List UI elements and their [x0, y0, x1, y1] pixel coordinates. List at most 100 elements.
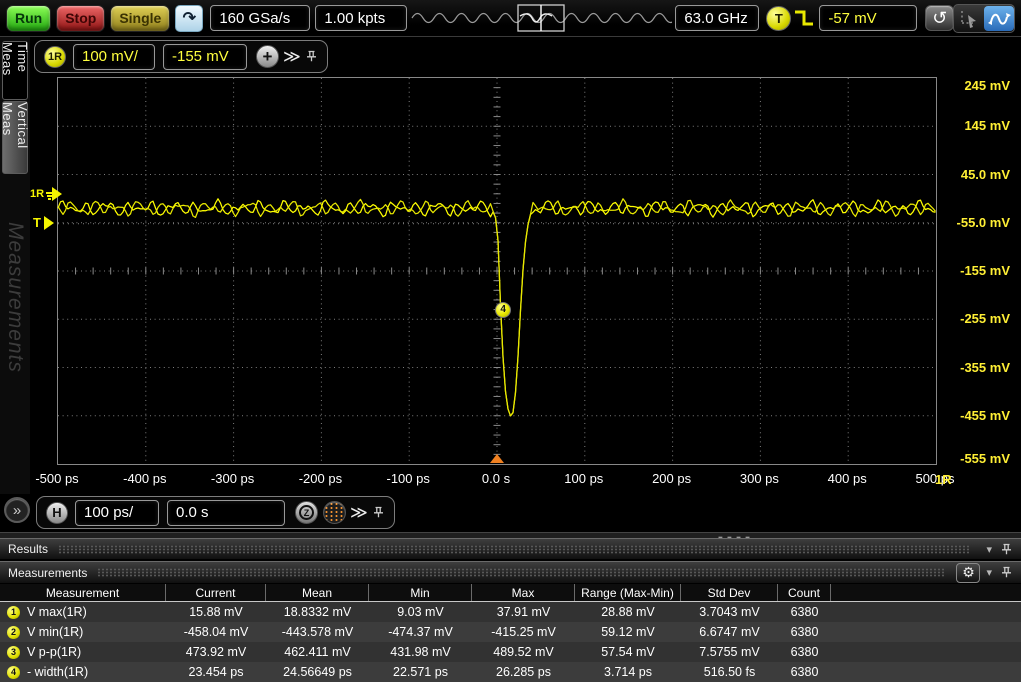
- acquisition-window-icon[interactable]: [410, 3, 672, 33]
- measurement-name-cell: 3V p-p(1R): [0, 642, 166, 662]
- zoom-icon[interactable]: Z: [295, 501, 318, 524]
- cell-count: 6380: [778, 622, 831, 642]
- measurement-name-cell: 1 V max(1R): [0, 602, 166, 622]
- vertical-offset-field[interactable]: -155 mV: [163, 44, 247, 70]
- waveform-plot[interactable]: [57, 77, 937, 465]
- column-header-range-max-min-[interactable]: Range (Max-Min): [575, 584, 681, 601]
- y-axis-label: -455 mV: [938, 408, 1010, 423]
- memory-depth-field[interactable]: 1.00 kpts: [315, 5, 407, 31]
- trigger-time-marker[interactable]: [490, 454, 504, 463]
- measurements-table: MeasurementCurrentMeanMinMaxRange (Max-M…: [0, 584, 1021, 682]
- undo-icon[interactable]: ↺: [925, 5, 954, 31]
- chevrons-expand-icon[interactable]: ≫: [283, 47, 299, 67]
- pin-icon[interactable]: [1000, 566, 1013, 579]
- trigger-setup-button[interactable]: T: [766, 6, 791, 31]
- vertical-scale-field[interactable]: 100 mV/: [73, 44, 155, 70]
- y-axis-label: -55.0 mV: [938, 215, 1010, 230]
- measurement-name: V p-p(1R): [27, 645, 81, 659]
- x-axis-label: -300 ps: [193, 471, 273, 486]
- x-axis-label: 200 ps: [632, 471, 712, 486]
- chevrons-expand-icon[interactable]: ≫: [350, 503, 366, 523]
- bandwidth-field[interactable]: 63.0 GHz: [675, 5, 759, 31]
- collapse-arrow-icon[interactable]: ▾: [986, 566, 992, 579]
- measurements-title: Measurements: [8, 566, 87, 580]
- falling-edge-icon: [793, 7, 819, 29]
- pin-icon[interactable]: [305, 50, 318, 63]
- measurement-name: V min(1R): [27, 625, 83, 639]
- sample-rate-field[interactable]: 160 GSa/s: [210, 5, 310, 31]
- cell-count: 6380: [778, 642, 831, 662]
- plot-channel-label: 1R: [935, 472, 965, 487]
- table-row[interactable]: 3V p-p(1R)473.92 mV462.411 mV431.98 mV48…: [0, 642, 1021, 662]
- cell-mean: 462.411 mV: [266, 642, 369, 662]
- y-axis-label: -155 mV: [938, 263, 1010, 278]
- horizontal-button[interactable]: H: [46, 502, 68, 524]
- cell-std_dev: 7.5755 mV: [681, 642, 778, 662]
- y-axis-label: 145 mV: [938, 118, 1010, 133]
- tab-time-meas[interactable]: Time Meas: [2, 41, 28, 100]
- column-header-min[interactable]: Min: [369, 584, 472, 601]
- zoom-select-icon[interactable]: [954, 6, 984, 33]
- width-measurement-marker[interactable]: 4: [495, 302, 511, 318]
- column-header-max[interactable]: Max: [472, 584, 575, 601]
- column-header-mean[interactable]: Mean: [266, 584, 369, 601]
- texture: [97, 568, 946, 577]
- cell-max: -415.25 mV: [472, 622, 575, 642]
- touch-mode-icon[interactable]: ↷: [175, 5, 203, 32]
- cell-mean: 24.56649 ps: [266, 662, 369, 682]
- results-panel-header[interactable]: Results ▾: [0, 538, 1021, 560]
- trigger-level-marker[interactable]: T: [33, 215, 54, 230]
- channel-1r-badge[interactable]: 1R: [44, 46, 66, 68]
- gear-icon[interactable]: ⚙: [956, 563, 980, 583]
- measurements-panel-header[interactable]: Measurements ⚙ ▾: [0, 561, 1021, 584]
- pin-icon[interactable]: [372, 506, 385, 519]
- table-row[interactable]: 1V max(1R)15.88 mV18.8332 mV9.03 mV37.91…: [0, 602, 1021, 622]
- cell-min: 22.571 ps: [369, 662, 472, 682]
- tab-vertical-meas[interactable]: Vertical Meas: [2, 101, 28, 174]
- run-button[interactable]: Run: [6, 5, 51, 32]
- table-row[interactable]: 2V min(1R)-458.04 mV-443.578 mV-474.37 m…: [0, 622, 1021, 642]
- measurement-name: - width(1R): [27, 665, 88, 679]
- single-button[interactable]: Single: [110, 5, 170, 32]
- stop-button[interactable]: Stop: [56, 5, 105, 32]
- y-axis-label: 245 mV: [938, 78, 1010, 93]
- timebase-controls-group: H 100 ps/ 0.0 s Z ≫: [36, 496, 395, 529]
- measurement-name: V max(1R): [27, 605, 87, 619]
- pin-icon[interactable]: [1000, 543, 1013, 556]
- channel-controls-group: 1R 100 mV/ -155 mV + ≫: [34, 40, 328, 73]
- column-header-measurement[interactable]: Measurement: [0, 584, 166, 601]
- y-axis-label: -355 mV: [938, 360, 1010, 375]
- cell-std_dev: 516.50 fs: [681, 662, 778, 682]
- cell-count: 6380: [778, 602, 831, 622]
- cell-max: 37.91 mV: [472, 602, 575, 622]
- measurements-watermark: Measurements: [3, 222, 27, 373]
- table-row[interactable]: 4- width(1R)23.454 ps24.56649 ps22.571 p…: [0, 662, 1021, 682]
- left-sidebar: Time Meas Vertical Meas Measurements: [0, 37, 30, 532]
- collapse-arrow-icon[interactable]: ▾: [986, 543, 992, 556]
- column-header-count[interactable]: Count: [778, 584, 831, 601]
- trigger-level-field[interactable]: -57 mV: [819, 5, 917, 31]
- table-header-row: MeasurementCurrentMeanMinMaxRange (Max-M…: [0, 584, 1021, 602]
- column-header-empty[interactable]: [831, 584, 1021, 601]
- cell-empty: [831, 662, 1021, 682]
- add-channel-icon[interactable]: +: [256, 45, 279, 68]
- x-axis-label: 400 ps: [807, 471, 887, 486]
- column-header-current[interactable]: Current: [166, 584, 266, 601]
- measurement-name-cell: 2V min(1R): [0, 622, 166, 642]
- cell-mean: 18.8332 mV: [266, 602, 369, 622]
- cell-std_dev: 3.7043 mV: [681, 602, 778, 622]
- scope-display: 1R T 4 245 mV145 mV45.0 mV-55.0 mV-155 m…: [30, 76, 1021, 494]
- cell-range: 59.12 mV: [575, 622, 681, 642]
- move-waveform-icon[interactable]: [984, 6, 1014, 31]
- cell-current: -458.04 mV: [166, 622, 266, 642]
- timebase-scale-field[interactable]: 100 ps/: [75, 500, 159, 526]
- markers-icon[interactable]: [323, 501, 346, 524]
- pointer-mode-group: [953, 4, 1015, 33]
- sidebar-expand-icon[interactable]: »: [4, 497, 30, 523]
- timebase-position-field[interactable]: 0.0 s: [167, 500, 285, 526]
- ground-reference-marker[interactable]: 1R: [30, 186, 62, 201]
- column-header-std-dev[interactable]: Std Dev: [681, 584, 778, 601]
- cell-empty: [831, 622, 1021, 642]
- cell-range: 3.714 ps: [575, 662, 681, 682]
- measurement-number-badge: 1: [7, 606, 20, 619]
